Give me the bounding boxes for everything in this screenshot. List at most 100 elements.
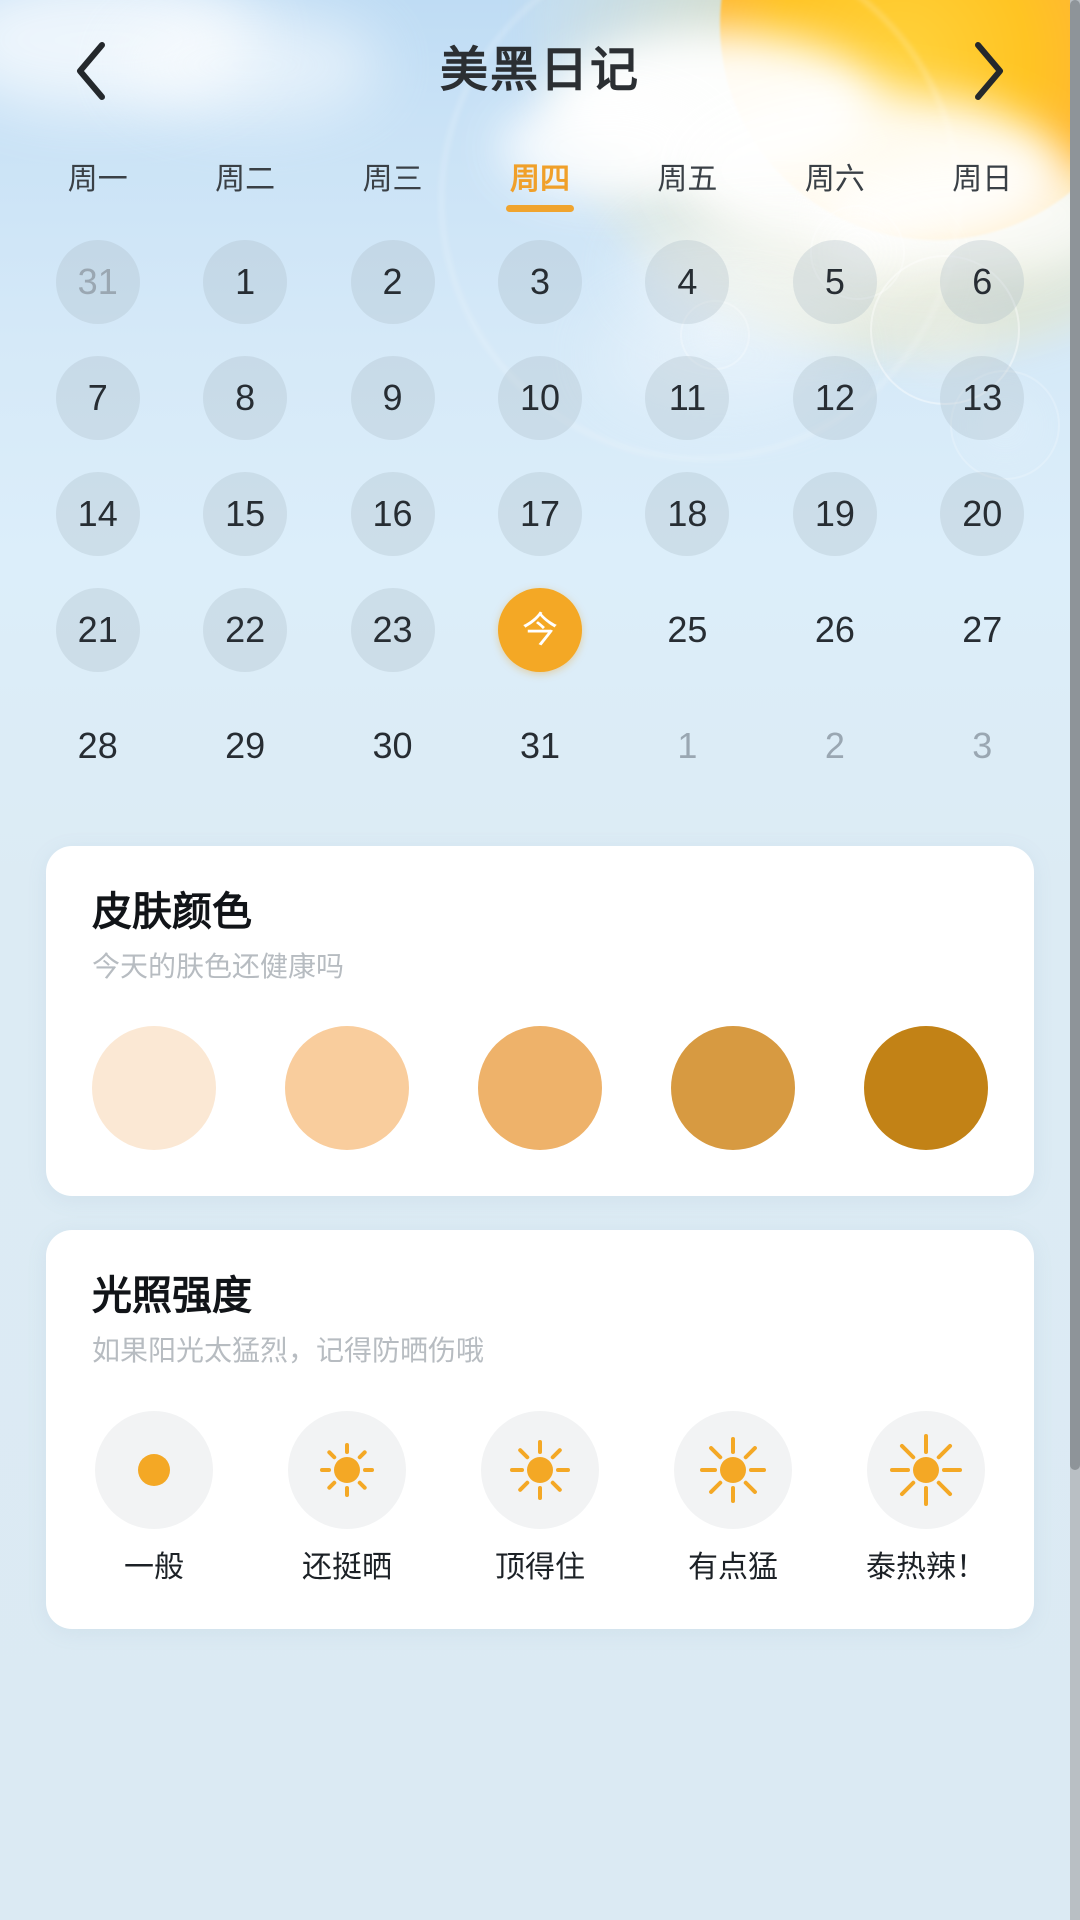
weekday-6[interactable]: 周六 xyxy=(761,154,908,208)
light-intensity-title: 光照强度 xyxy=(92,1274,988,1318)
intensity-option-label: 泰热辣！ xyxy=(866,1553,986,1583)
calendar-day-number: 6 xyxy=(940,240,1024,324)
skin-tone-5[interactable] xyxy=(864,1026,988,1150)
calendar-day-number: 4 xyxy=(645,240,729,324)
sun-icon xyxy=(890,1434,962,1506)
calendar-day-number: 19 xyxy=(793,472,877,556)
calendar-day-cell[interactable]: 18 xyxy=(614,472,761,556)
intensity-option-bubble xyxy=(481,1411,599,1529)
calendar-grid: 311234567891011121314151617181920212223今… xyxy=(0,240,1080,788)
calendar-day-cell[interactable]: 11 xyxy=(614,356,761,440)
skin-color-title: 皮肤颜色 xyxy=(92,890,988,934)
calendar-day-cell[interactable]: 30 xyxy=(319,704,466,788)
calendar-day-number: 3 xyxy=(498,240,582,324)
weekday-header: 周一周二周三周四周五周六周日 xyxy=(0,154,1080,208)
scrollbar-thumb[interactable] xyxy=(1070,0,1080,1470)
calendar-day-cell[interactable]: 19 xyxy=(761,472,908,556)
calendar-day-number: 10 xyxy=(498,356,582,440)
chevron-right-icon xyxy=(969,40,1009,102)
calendar-day-cell[interactable]: 2 xyxy=(319,240,466,324)
intensity-option-3[interactable]: 顶得住 xyxy=(478,1411,602,1583)
calendar-day-cell[interactable]: 5 xyxy=(761,240,908,324)
calendar-day-cell[interactable]: 12 xyxy=(761,356,908,440)
weekday-2[interactable]: 周二 xyxy=(171,154,318,208)
calendar-day-cell[interactable]: 13 xyxy=(909,356,1056,440)
sun-icon xyxy=(697,1434,769,1506)
back-button[interactable] xyxy=(60,40,122,102)
calendar-day-cell[interactable]: 1 xyxy=(171,240,318,324)
calendar-day-number: 18 xyxy=(645,472,729,556)
skin-tone-1[interactable] xyxy=(92,1026,216,1150)
sun-icon xyxy=(504,1434,576,1506)
calendar-day-cell[interactable]: 15 xyxy=(171,472,318,556)
calendar-day-number: 15 xyxy=(203,472,287,556)
weekday-3[interactable]: 周三 xyxy=(319,154,466,208)
calendar-day-cell[interactable]: 4 xyxy=(614,240,761,324)
intensity-option-1[interactable]: 一般 xyxy=(92,1411,216,1583)
skin-swatch-row xyxy=(92,1026,988,1150)
calendar-day-cell[interactable]: 今 xyxy=(466,588,613,672)
calendar-day-cell[interactable]: 10 xyxy=(466,356,613,440)
intensity-option-bubble xyxy=(867,1411,985,1529)
calendar-day-number: 26 xyxy=(793,588,877,672)
calendar-day-number: 31 xyxy=(498,704,582,788)
light-intensity-options: 一般 还挺晒顶得住有点猛泰热辣！ xyxy=(92,1411,988,1583)
calendar-day-cell[interactable]: 1 xyxy=(614,704,761,788)
skin-tone-4[interactable] xyxy=(671,1026,795,1150)
calendar-day-cell[interactable]: 6 xyxy=(909,240,1056,324)
calendar-day-number: 21 xyxy=(56,588,140,672)
calendar-day-cell[interactable]: 31 xyxy=(466,704,613,788)
calendar-day-number: 17 xyxy=(498,472,582,556)
scrollbar-track[interactable] xyxy=(1070,0,1080,1920)
calendar-day-cell[interactable]: 28 xyxy=(24,704,171,788)
calendar-day-cell[interactable]: 9 xyxy=(319,356,466,440)
page-header: 美黑日记 xyxy=(0,0,1080,142)
skin-color-card: 皮肤颜色 今天的肤色还健康吗 xyxy=(46,846,1034,1196)
calendar-day-number: 2 xyxy=(351,240,435,324)
calendar-day-cell[interactable]: 29 xyxy=(171,704,318,788)
calendar-day-number: 25 xyxy=(645,588,729,672)
calendar-day-cell[interactable]: 22 xyxy=(171,588,318,672)
intensity-option-bubble xyxy=(95,1411,213,1529)
weekday-7[interactable]: 周日 xyxy=(909,154,1056,208)
weekday-1[interactable]: 周一 xyxy=(24,154,171,208)
calendar-day-number: 11 xyxy=(645,356,729,440)
skin-tone-3[interactable] xyxy=(478,1026,602,1150)
app-root: 美黑日记 周一周二周三周四周五周六周日 31123456789101112131… xyxy=(0,0,1080,1920)
calendar-day-cell[interactable]: 7 xyxy=(24,356,171,440)
calendar-day-number: 2 xyxy=(793,704,877,788)
forward-button[interactable] xyxy=(958,40,1020,102)
calendar-today-marker: 今 xyxy=(498,588,582,672)
skin-tone-2[interactable] xyxy=(285,1026,409,1150)
calendar-day-cell[interactable]: 8 xyxy=(171,356,318,440)
intensity-option-2[interactable]: 还挺晒 xyxy=(285,1411,409,1583)
calendar-day-cell[interactable]: 21 xyxy=(24,588,171,672)
calendar-day-cell[interactable]: 23 xyxy=(319,588,466,672)
intensity-option-label: 一般 xyxy=(124,1553,184,1583)
calendar-day-cell[interactable]: 14 xyxy=(24,472,171,556)
calendar-day-cell[interactable]: 3 xyxy=(909,704,1056,788)
intensity-option-bubble xyxy=(288,1411,406,1529)
chevron-left-icon xyxy=(71,40,111,102)
calendar-day-number: 23 xyxy=(351,588,435,672)
skin-color-subtitle: 今天的肤色还健康吗 xyxy=(92,950,988,984)
calendar-day-cell[interactable]: 25 xyxy=(614,588,761,672)
calendar-day-cell[interactable]: 2 xyxy=(761,704,908,788)
weekday-4[interactable]: 周四 xyxy=(466,154,613,208)
calendar-day-cell[interactable]: 20 xyxy=(909,472,1056,556)
calendar-day-cell[interactable]: 31 xyxy=(24,240,171,324)
calendar-day-cell[interactable]: 3 xyxy=(466,240,613,324)
intensity-option-4[interactable]: 有点猛 xyxy=(671,1411,795,1583)
calendar-day-cell[interactable]: 27 xyxy=(909,588,1056,672)
calendar-day-number: 22 xyxy=(203,588,287,672)
weekday-5[interactable]: 周五 xyxy=(614,154,761,208)
calendar-day-number: 31 xyxy=(56,240,140,324)
calendar-day-number: 12 xyxy=(793,356,877,440)
calendar-day-cell[interactable]: 26 xyxy=(761,588,908,672)
light-intensity-card: 光照强度 如果阳光太猛烈，记得防晒伤哦 一般还挺晒顶得住有点猛泰热辣！ xyxy=(46,1230,1034,1630)
page-title: 美黑日记 xyxy=(122,47,958,95)
calendar-day-cell[interactable]: 17 xyxy=(466,472,613,556)
calendar-day-cell[interactable]: 16 xyxy=(319,472,466,556)
intensity-option-5[interactable]: 泰热辣！ xyxy=(864,1411,988,1583)
calendar-day-number: 7 xyxy=(56,356,140,440)
